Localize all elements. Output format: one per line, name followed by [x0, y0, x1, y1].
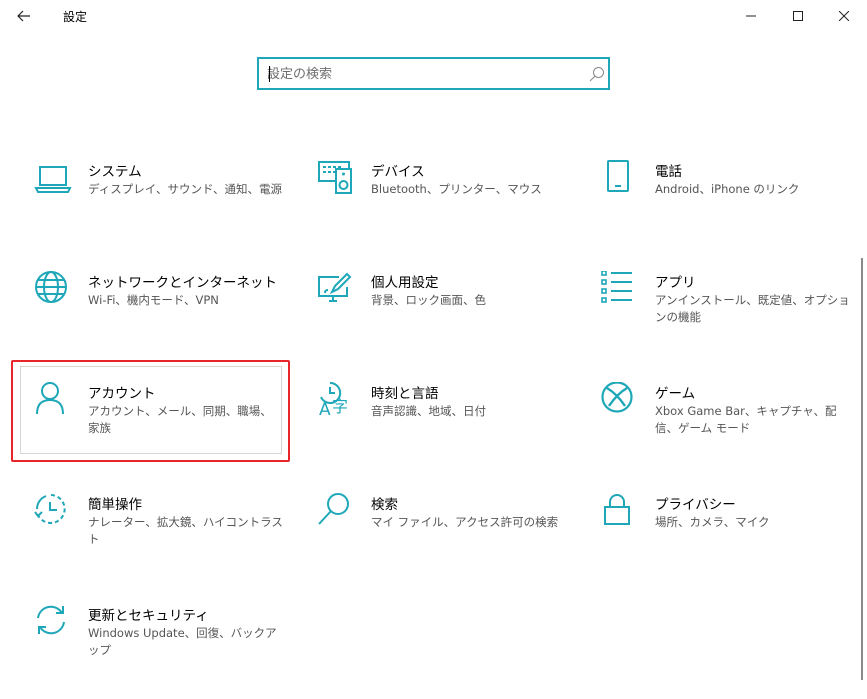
- devices-icon: [318, 161, 352, 194]
- tile-accounts[interactable]: アカウント アカウント、メール、同期、職場、家族: [34, 382, 304, 477]
- tile-ease-of-access[interactable]: 簡単操作 ナレーター、拡大鏡、ハイコントラスト: [34, 493, 304, 588]
- tile-system[interactable]: システム ディスプレイ、サウンド、通知、電源: [34, 160, 304, 255]
- personalization-icon: [318, 272, 352, 302]
- tile-description: Android、iPhone のリンク: [655, 182, 800, 196]
- tile-title: ネットワークとインターネット: [88, 275, 277, 291]
- tile-title: デバイス: [371, 164, 425, 180]
- tile-description: Bluetooth、プリンター、マウス: [371, 182, 542, 196]
- tile-title: ゲーム: [655, 386, 696, 402]
- tile-title: プライバシー: [655, 497, 736, 513]
- title-bar: 設定: [0, 0, 867, 32]
- tile-description: Xbox Game Bar、キャプチャ、配信、ゲーム モード: [655, 404, 837, 435]
- laptop-icon: [34, 166, 72, 193]
- tile-description: 背景、ロック画面、色: [371, 293, 486, 307]
- apps-icon: [601, 271, 632, 303]
- phone-icon: [607, 160, 629, 192]
- text-caret: [269, 66, 270, 82]
- search-icon: [318, 493, 349, 525]
- tile-description: アカウント、メール、同期、職場、家族: [88, 404, 272, 435]
- tile-title: システム: [88, 164, 142, 180]
- tile-title: 簡単操作: [88, 497, 142, 513]
- tile-description: ディスプレイ、サウンド、通知、電源: [88, 182, 283, 196]
- maximize-button[interactable]: [775, 0, 821, 32]
- tile-description: ナレーター、拡大鏡、ハイコントラスト: [88, 515, 283, 546]
- tile-gaming[interactable]: ゲーム Xbox Game Bar、キャプチャ、配信、ゲーム モード: [601, 382, 867, 477]
- time-language-icon: A 字: [319, 382, 348, 420]
- search-magnifier-icon[interactable]: [589, 66, 605, 82]
- window-title: 設定: [63, 10, 88, 24]
- tile-time-language[interactable]: A 字 時刻と言語 音声認識、地域、日付: [317, 382, 587, 477]
- tile-personalization[interactable]: 個人用設定 背景、ロック画面、色: [317, 271, 587, 366]
- tile-description: 音声認識、地域、日付: [371, 404, 486, 418]
- settings-window: 設定 システム ディスプレイ、サウンド、通知、電源: [0, 0, 867, 699]
- tile-description: アンインストール、既定値、オプションの機能: [655, 293, 850, 324]
- tile-description: Wi-Fi、機内モード、VPN: [88, 293, 219, 307]
- search-input[interactable]: [267, 64, 567, 84]
- update-icon: [37, 605, 65, 635]
- xbox-icon: [601, 382, 633, 413]
- tile-apps[interactable]: アプリ アンインストール、既定値、オプションの機能: [601, 271, 867, 366]
- tile-devices[interactable]: デバイス Bluetooth、プリンター、マウス: [317, 160, 587, 255]
- tile-title: 更新とセキュリティ: [88, 608, 209, 624]
- tile-title: アプリ: [655, 275, 696, 291]
- back-button[interactable]: [0, 0, 48, 32]
- tile-description: マイ ファイル、アクセス許可の検索: [371, 515, 559, 529]
- minimize-icon: [746, 15, 756, 17]
- search-box[interactable]: [257, 57, 610, 90]
- scrollbar[interactable]: [861, 258, 863, 680]
- lock-icon: [604, 494, 630, 525]
- back-arrow-icon: [17, 10, 30, 22]
- globe-icon: [35, 271, 67, 303]
- tile-title: 時刻と言語: [371, 386, 439, 402]
- tile-description: 場所、カメラ、マイク: [655, 515, 770, 529]
- tile-title: 電話: [655, 164, 682, 180]
- close-icon: [839, 11, 849, 21]
- minimize-button[interactable]: [728, 0, 774, 32]
- tile-description: Windows Update、回復、バックアップ: [88, 626, 277, 657]
- ease-of-access-icon: [34, 494, 66, 524]
- maximize-icon: [793, 11, 803, 21]
- window-bottom-edge: [0, 684, 867, 699]
- svg-text:字: 字: [332, 397, 348, 416]
- svg-text:A: A: [319, 400, 331, 420]
- tile-network[interactable]: ネットワークとインターネット Wi-Fi、機内モード、VPN: [34, 271, 304, 366]
- tile-phone[interactable]: 電話 Android、iPhone のリンク: [601, 160, 867, 255]
- tile-privacy[interactable]: プライバシー 場所、カメラ、マイク: [601, 493, 867, 588]
- tile-title: アカウント: [88, 386, 156, 402]
- tile-title: 個人用設定: [371, 275, 439, 291]
- person-icon: [36, 382, 64, 415]
- tile-search[interactable]: 検索 マイ ファイル、アクセス許可の検索: [317, 493, 587, 588]
- close-button[interactable]: [821, 0, 867, 32]
- tile-title: 検索: [371, 497, 398, 513]
